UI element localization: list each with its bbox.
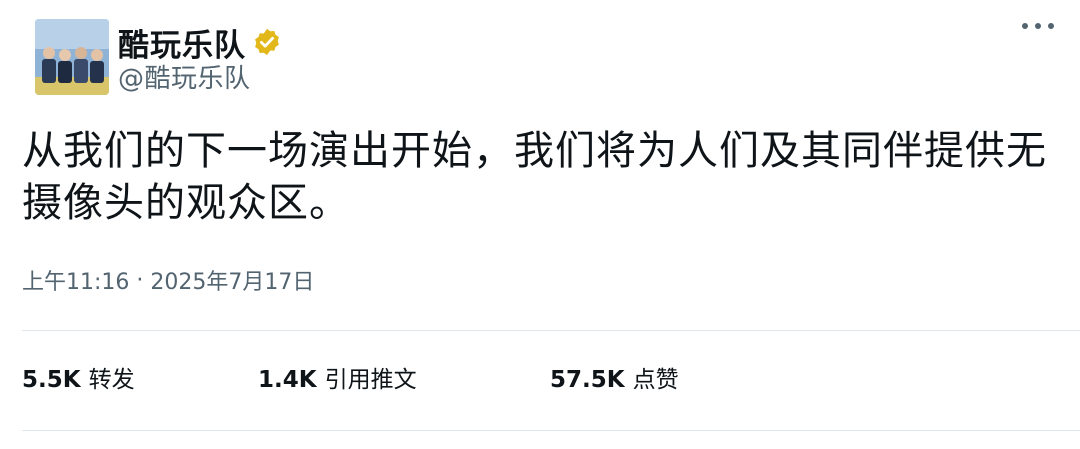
author-handle[interactable]: @酷玩乐队 xyxy=(118,58,251,95)
quote-label: 引用推文 xyxy=(324,367,417,393)
retweet-label: 转发 xyxy=(88,367,135,393)
author-avatar[interactable] xyxy=(35,19,109,95)
like-count[interactable]: 57.5K 点赞 xyxy=(550,360,679,394)
divider-bottom xyxy=(22,430,1080,431)
like-label: 点赞 xyxy=(632,367,679,393)
retweet-count[interactable]: 5.5K 转发 xyxy=(22,360,135,394)
quote-number: 1.4K xyxy=(258,367,317,393)
author-name-row: 酷玩乐队 xyxy=(118,22,282,64)
verified-badge-icon xyxy=(255,28,279,56)
more-options-button[interactable] xyxy=(1018,14,1058,38)
band-photo-avatar-icon xyxy=(35,19,109,95)
more-options-icon xyxy=(1022,23,1054,29)
tweet-stats: 5.5K 转发 1.4K 引用推文 57.5K 点赞 xyxy=(0,360,1080,400)
tweet-timestamp[interactable]: 上午11:16 · 2025年7月17日 xyxy=(22,264,314,296)
timestamp-separator: · xyxy=(136,267,144,293)
tweet-card: 酷玩乐队 @酷玩乐队 从我们的下一场演出开始，我们将为人们及其同伴提供无摄像头的… xyxy=(0,0,1080,449)
tweet-date: 2025年7月17日 xyxy=(150,270,315,295)
retweet-number: 5.5K xyxy=(22,367,81,393)
tweet-text: 从我们的下一场演出开始，我们将为人们及其同伴提供无摄像头的观众区。 xyxy=(22,128,1047,226)
quote-count[interactable]: 1.4K 引用推文 xyxy=(258,360,417,394)
divider-top xyxy=(22,330,1080,331)
tweet-time: 上午11:16 xyxy=(22,270,130,295)
like-number: 57.5K xyxy=(550,367,625,393)
